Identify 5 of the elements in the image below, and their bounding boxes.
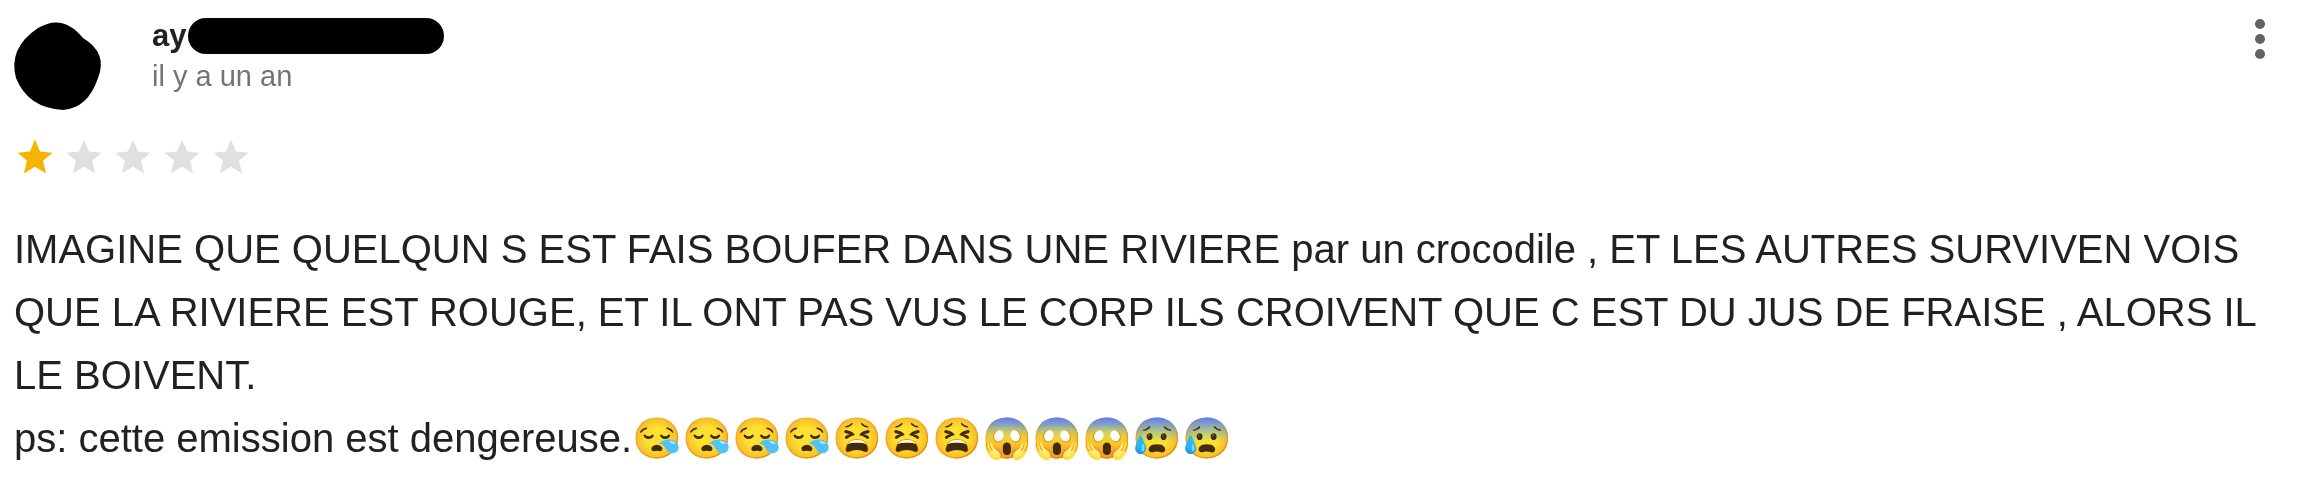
review-date: il y a un an bbox=[152, 59, 294, 94]
more-options-icon[interactable] bbox=[2252, 18, 2268, 60]
review-text: ps: cette emission est dengereuse.😪😪😪😪😫😫😫😱😱😱😰😰 bbox=[14, 415, 1234, 463]
review-text: IMAGINE QUE QUELQUN S EST FAIS BOUFER DANS UNE RIVIERE par un crocodile , ET LES AUTRES SURVIVEN VOIS QUE LA RIVIERE EST ROUGE, ET IL ONT PAS VUS LE CORP ILS CROIVENT QUE C EST DU JUS DE FRAISE , ALORS IL LE BOIVENT. bbox=[14, 226, 2257, 399]
author-name[interactable]: ay bbox=[152, 16, 187, 56]
